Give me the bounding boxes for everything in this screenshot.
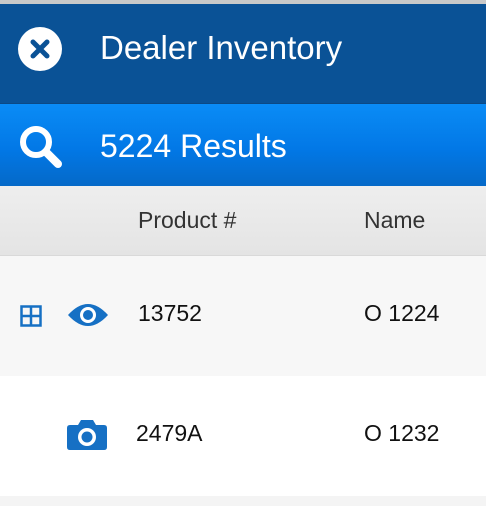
title-bar: Dealer Inventory [0,4,486,104]
close-icon[interactable] [18,27,62,71]
table-row[interactable]: 2479A O 1232 [0,376,486,496]
grid-icon[interactable] [20,305,42,327]
product-number: 2479A [136,420,203,446]
search-icon[interactable] [16,122,64,170]
results-count: 5224 Results [100,128,287,164]
results-bar: 5224 Results [0,104,486,186]
camera-icon[interactable] [66,417,108,451]
next-row-edge [0,496,486,506]
eye-icon[interactable] [66,300,110,330]
table-header: Product # Name [0,186,486,256]
table-row[interactable]: 13752 O 1224 [0,256,486,376]
product-number: 13752 [138,300,202,326]
column-header-product[interactable]: Product # [138,205,236,235]
product-name: O 1232 [364,420,440,446]
product-name: O 1224 [364,300,440,326]
column-header-name[interactable]: Name [364,205,425,235]
page-title: Dealer Inventory [100,29,343,66]
